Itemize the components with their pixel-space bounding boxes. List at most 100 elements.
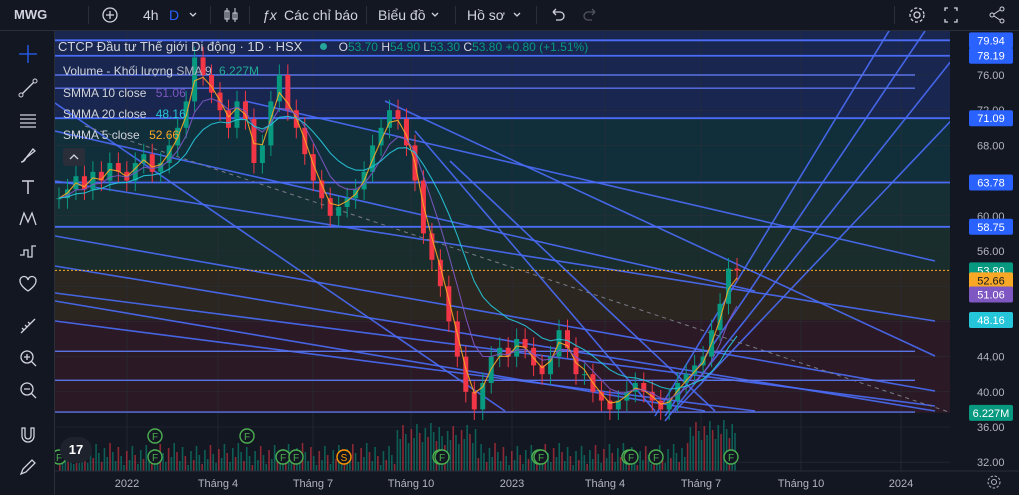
lock-drawings-pencil-icon[interactable] [14, 454, 42, 480]
volume-bar [644, 446, 647, 471]
volume-bar [611, 453, 614, 471]
indicator-smma-5[interactable]: SMMA 5 close 52.66 [63, 128, 179, 142]
volume-bar [457, 444, 460, 471]
volume-bar [591, 459, 594, 471]
volume-bar [259, 446, 262, 471]
volume-bar [642, 460, 644, 471]
favorites-heart-icon[interactable] [14, 271, 42, 297]
interval-dropdown-chevron-icon[interactable] [188, 0, 198, 30]
volume-bar [396, 430, 399, 471]
magnet-icon[interactable] [14, 422, 42, 448]
volume-bar [181, 447, 184, 471]
volume-bar [212, 454, 215, 471]
volume-bar [717, 425, 720, 471]
volume-bar [304, 452, 307, 471]
event-marker-label: F [152, 453, 158, 464]
interval-d[interactable]: D [169, 0, 179, 30]
price-axis-label-text: 58.75 [977, 222, 1005, 234]
indicator-volume[interactable]: Volume - Khối lượng SMA 9 6.227M [63, 64, 259, 78]
volume-bar [449, 440, 452, 471]
time-axis-tick: 2022 [115, 478, 139, 490]
price-axis-tick: 44.00 [977, 352, 1005, 364]
volume-bar [561, 452, 563, 471]
share-icon[interactable] [988, 0, 1006, 30]
event-marker-label: F [538, 453, 544, 464]
volume-bar [483, 453, 485, 471]
price-axis-label-text: 51.06 [977, 289, 1005, 301]
candle [90, 171, 96, 190]
volume-bar [402, 425, 404, 471]
volume-bar [692, 436, 694, 471]
tradingview-logo: 17 [60, 437, 92, 463]
ohlc-values: O53.70 H54.90 L53.30 C53.80 +0.80 (+1.51… [338, 40, 589, 54]
indicators-fx-icon[interactable]: ƒx [262, 0, 277, 30]
volume-bar [488, 448, 491, 471]
prediction-tool-icon[interactable] [14, 238, 42, 264]
chart-menu-chevron-icon[interactable] [430, 0, 440, 30]
toolbar-divider [88, 6, 89, 24]
collapse-legend-chevron-icon[interactable] [63, 148, 85, 166]
volume-bar [206, 459, 209, 471]
volume-bar [268, 450, 270, 471]
volume-bar [497, 452, 499, 471]
price-chart[interactable]: FFFFFFSFFFFFFFF 76.0072.0068.0064.0060.0… [55, 31, 1019, 495]
indicators-button[interactable]: Các chỉ báo [284, 0, 358, 30]
volume-bar [190, 451, 192, 471]
volume-bar [404, 434, 407, 471]
volume-bar [477, 458, 480, 471]
crosshair-icon[interactable] [14, 41, 42, 67]
symbol-title[interactable]: CTCP Đầu tư Thế giới Di động · 1D · HSX [58, 39, 302, 54]
fullscreen-icon[interactable] [942, 0, 960, 30]
volume-bar [480, 444, 482, 471]
volume-bar [499, 461, 502, 471]
candle [675, 383, 681, 401]
volume-bar [86, 463, 89, 471]
profile-menu-button[interactable]: Hồ sơ [467, 0, 505, 30]
profile-menu-chevron-icon[interactable] [512, 0, 522, 30]
price-zone [55, 270, 950, 320]
trend-line-icon[interactable] [14, 75, 42, 101]
chart-menu-button[interactable]: Biểu đồ [378, 0, 425, 30]
price-axis-label-text: 79.94 [977, 35, 1005, 47]
volume-bar [421, 442, 424, 471]
candle [734, 268, 740, 271]
fib-levels-icon[interactable] [14, 108, 42, 134]
volume-bar [112, 452, 114, 471]
volume-bar [243, 461, 245, 471]
brush-icon[interactable] [14, 142, 42, 168]
volume-bar [391, 455, 393, 471]
undo-icon[interactable] [549, 0, 565, 30]
interval-4h[interactable]: 4h [143, 0, 159, 30]
volume-bar [379, 465, 382, 471]
toolbar-divider [455, 6, 456, 24]
volume-bar [170, 457, 173, 471]
zoom-out-icon[interactable] [14, 377, 42, 403]
price-axis-label-text: 63.78 [977, 178, 1005, 190]
candles-chart-type-icon[interactable] [222, 0, 240, 30]
zoom-in-icon[interactable] [14, 345, 42, 371]
indicator-smma-10[interactable]: SMMA 10 close 51.06 [63, 86, 186, 100]
indicator-smma-20[interactable]: SMMA 20 close 48.16 [63, 107, 186, 121]
toolbar-divider [210, 6, 211, 24]
volume-bar [204, 450, 206, 471]
pattern-tool-icon[interactable] [14, 206, 42, 232]
volume-bar [681, 448, 683, 471]
volume-bar [220, 458, 223, 471]
settings-gear-icon[interactable] [907, 0, 927, 30]
volume-bar [195, 446, 198, 471]
chart-settings-gear-icon[interactable] [986, 474, 1002, 495]
text-tool-icon[interactable] [14, 174, 42, 200]
redo-icon[interactable] [583, 0, 599, 30]
compare-add-icon[interactable] [101, 0, 119, 30]
symbol-search[interactable]: MWG [14, 0, 47, 30]
price-axis-tick: 36.00 [977, 422, 1005, 434]
candle [505, 347, 511, 357]
ruler-measure-icon[interactable] [14, 313, 42, 339]
candle [717, 303, 723, 331]
volume-bar [167, 448, 170, 471]
price-zone [55, 182, 950, 227]
volume-bar [254, 451, 256, 471]
volume-bar [474, 429, 477, 471]
volume-bar [95, 444, 97, 471]
volume-bar [307, 461, 309, 471]
